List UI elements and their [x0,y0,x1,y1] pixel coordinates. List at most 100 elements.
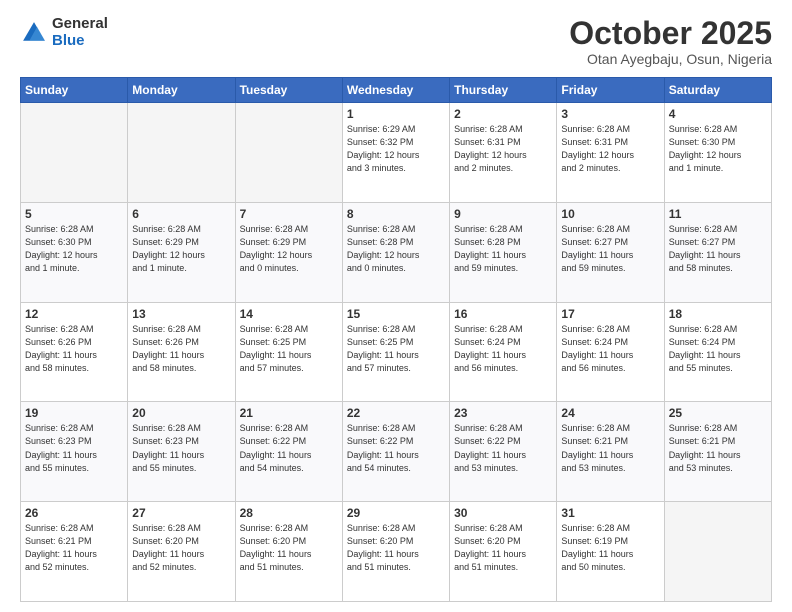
day-number: 4 [669,107,767,121]
table-row: 17 Sunrise: 6:28 AM Sunset: 6:24 PM Dayli… [557,302,664,402]
day-number: 11 [669,207,767,221]
table-row: 21 Sunrise: 6:28 AM Sunset: 6:22 PM Dayli… [235,402,342,502]
day-info: Sunrise: 6:29 AM Sunset: 6:32 PM Dayligh… [347,123,445,175]
table-row: 30 Sunrise: 6:28 AM Sunset: 6:20 PM Dayli… [450,502,557,602]
day-info: Sunrise: 6:28 AM Sunset: 6:25 PM Dayligh… [240,323,338,375]
day-info: Sunrise: 6:28 AM Sunset: 6:24 PM Dayligh… [561,323,659,375]
day-info: Sunrise: 6:28 AM Sunset: 6:28 PM Dayligh… [454,223,552,275]
day-number: 17 [561,307,659,321]
table-row: 2Sunrise: 6:28 AM Sunset: 6:31 PM Daylig… [450,103,557,203]
table-row: 14 Sunrise: 6:28 AM Sunset: 6:25 PM Dayli… [235,302,342,402]
table-row: 6Sunrise: 6:28 AM Sunset: 6:29 PM Daylig… [128,202,235,302]
calendar-table: Sunday Monday Tuesday Wednesday Thursday… [20,77,772,602]
day-number: 25 [669,406,767,420]
day-number: 3 [561,107,659,121]
week-row-4: 26 Sunrise: 6:28 AM Sunset: 6:21 PM Dayli… [21,502,772,602]
week-row-3: 19 Sunrise: 6:28 AM Sunset: 6:23 PM Dayli… [21,402,772,502]
table-row: 5Sunrise: 6:28 AM Sunset: 6:30 PM Daylig… [21,202,128,302]
header: General Blue October 2025 Otan Ayegbaju,… [20,16,772,67]
day-number: 26 [25,506,123,520]
day-number: 27 [132,506,230,520]
table-row [664,502,771,602]
day-number: 23 [454,406,552,420]
table-row: 7Sunrise: 6:28 AM Sunset: 6:29 PM Daylig… [235,202,342,302]
day-number: 2 [454,107,552,121]
table-row [128,103,235,203]
day-info: Sunrise: 6:28 AM Sunset: 6:22 PM Dayligh… [454,422,552,474]
table-row: 19 Sunrise: 6:28 AM Sunset: 6:23 PM Dayli… [21,402,128,502]
day-info: Sunrise: 6:28 AM Sunset: 6:21 PM Dayligh… [25,522,123,574]
day-info: Sunrise: 6:28 AM Sunset: 6:20 PM Dayligh… [132,522,230,574]
day-info: Sunrise: 6:28 AM Sunset: 6:31 PM Dayligh… [561,123,659,175]
day-number: 20 [132,406,230,420]
table-row [235,103,342,203]
table-row: 23 Sunrise: 6:28 AM Sunset: 6:22 PM Dayli… [450,402,557,502]
col-tuesday: Tuesday [235,78,342,103]
day-info: Sunrise: 6:28 AM Sunset: 6:27 PM Dayligh… [561,223,659,275]
day-info: Sunrise: 6:28 AM Sunset: 6:23 PM Dayligh… [25,422,123,474]
table-row: 28Sunrise: 6:28 AM Sunset: 6:20 PM Dayli… [235,502,342,602]
table-row: 24Sunrise: 6:28 AM Sunset: 6:21 PM Dayli… [557,402,664,502]
day-number: 24 [561,406,659,420]
day-info: Sunrise: 6:28 AM Sunset: 6:26 PM Dayligh… [25,323,123,375]
day-number: 1 [347,107,445,121]
table-row: 9 Sunrise: 6:28 AM Sunset: 6:28 PM Daylig… [450,202,557,302]
table-row: 1 Sunrise: 6:29 AM Sunset: 6:32 PM Daylig… [342,103,449,203]
col-sunday: Sunday [21,78,128,103]
day-info: Sunrise: 6:28 AM Sunset: 6:22 PM Dayligh… [347,422,445,474]
table-row: 25 Sunrise: 6:28 AM Sunset: 6:21 PM Dayli… [664,402,771,502]
day-number: 6 [132,207,230,221]
table-row: 27 Sunrise: 6:28 AM Sunset: 6:20 PM Dayli… [128,502,235,602]
day-info: Sunrise: 6:28 AM Sunset: 6:20 PM Dayligh… [454,522,552,574]
table-row: 31Sunrise: 6:28 AM Sunset: 6:19 PM Dayli… [557,502,664,602]
month-title: October 2025 [569,16,772,51]
table-row: 11 Sunrise: 6:28 AM Sunset: 6:27 PM Dayli… [664,202,771,302]
week-row-2: 12 Sunrise: 6:28 AM Sunset: 6:26 PM Dayli… [21,302,772,402]
table-row: 8 Sunrise: 6:28 AM Sunset: 6:28 PM Daylig… [342,202,449,302]
location: Otan Ayegbaju, Osun, Nigeria [569,51,772,67]
week-row-1: 5Sunrise: 6:28 AM Sunset: 6:30 PM Daylig… [21,202,772,302]
day-info: Sunrise: 6:28 AM Sunset: 6:28 PM Dayligh… [347,223,445,275]
day-number: 28 [240,506,338,520]
col-friday: Friday [557,78,664,103]
day-number: 10 [561,207,659,221]
weekday-header-row: Sunday Monday Tuesday Wednesday Thursday… [21,78,772,103]
day-number: 19 [25,406,123,420]
table-row: 18Sunrise: 6:28 AM Sunset: 6:24 PM Dayli… [664,302,771,402]
table-row: 15Sunrise: 6:28 AM Sunset: 6:25 PM Dayli… [342,302,449,402]
page: General Blue October 2025 Otan Ayegbaju,… [0,0,792,612]
logo: General Blue [20,16,108,49]
day-info: Sunrise: 6:28 AM Sunset: 6:21 PM Dayligh… [669,422,767,474]
day-number: 30 [454,506,552,520]
day-number: 12 [25,307,123,321]
col-thursday: Thursday [450,78,557,103]
table-row: 12 Sunrise: 6:28 AM Sunset: 6:26 PM Dayli… [21,302,128,402]
day-number: 7 [240,207,338,221]
table-row: 10 Sunrise: 6:28 AM Sunset: 6:27 PM Dayli… [557,202,664,302]
day-info: Sunrise: 6:28 AM Sunset: 6:23 PM Dayligh… [132,422,230,474]
logo-general-text: General [52,16,108,33]
col-wednesday: Wednesday [342,78,449,103]
day-number: 29 [347,506,445,520]
day-info: Sunrise: 6:28 AM Sunset: 6:24 PM Dayligh… [454,323,552,375]
day-number: 8 [347,207,445,221]
logo-blue-text: Blue [52,33,108,50]
week-row-0: 1 Sunrise: 6:29 AM Sunset: 6:32 PM Daylig… [21,103,772,203]
day-info: Sunrise: 6:28 AM Sunset: 6:30 PM Dayligh… [669,123,767,175]
day-number: 21 [240,406,338,420]
table-row [21,103,128,203]
day-number: 14 [240,307,338,321]
table-row: 29Sunrise: 6:28 AM Sunset: 6:20 PM Dayli… [342,502,449,602]
day-number: 9 [454,207,552,221]
day-number: 13 [132,307,230,321]
day-info: Sunrise: 6:28 AM Sunset: 6:22 PM Dayligh… [240,422,338,474]
day-info: Sunrise: 6:28 AM Sunset: 6:26 PM Dayligh… [132,323,230,375]
day-info: Sunrise: 6:28 AM Sunset: 6:25 PM Dayligh… [347,323,445,375]
logo-text: General Blue [52,16,108,49]
day-number: 16 [454,307,552,321]
day-info: Sunrise: 6:28 AM Sunset: 6:27 PM Dayligh… [669,223,767,275]
col-saturday: Saturday [664,78,771,103]
table-row: 26 Sunrise: 6:28 AM Sunset: 6:21 PM Dayli… [21,502,128,602]
logo-icon [20,19,48,47]
day-info: Sunrise: 6:28 AM Sunset: 6:24 PM Dayligh… [669,323,767,375]
